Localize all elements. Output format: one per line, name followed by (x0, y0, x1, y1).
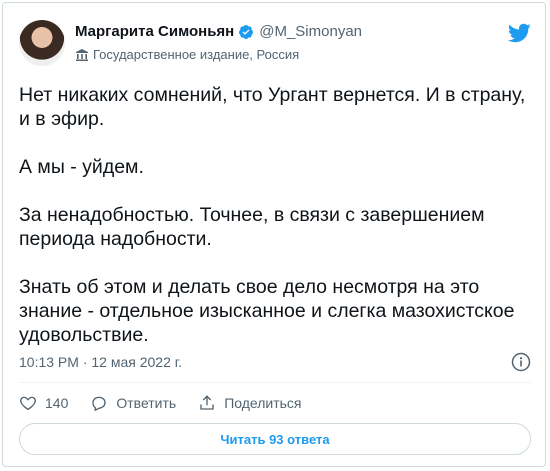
heart-icon (20, 396, 36, 411)
state-media-label-text: Государственное издание, Россия (93, 47, 300, 62)
divider (19, 382, 531, 383)
tweet-text: Нет никаких сомнений, что Ургант вернетс… (19, 83, 539, 347)
read-replies-button[interactable]: Читать 93 ответа (19, 423, 531, 455)
government-building-icon (75, 48, 89, 62)
twitter-bird-icon[interactable] (507, 21, 531, 45)
speech-bubble-icon (92, 396, 107, 412)
author-display-name[interactable]: Маргарита Симоньян (75, 23, 234, 40)
tweet-paragraph: За ненадобностью. Точнее, в связи с заве… (19, 204, 485, 250)
tweet-paragraph: Знать об этом и делать свое дело несмотр… (19, 276, 515, 346)
like-count: 140 (45, 395, 69, 411)
author-line: Маргарита Симоньян @M_Simonyan (75, 23, 362, 40)
reply-button[interactable]: Ответить (90, 394, 176, 412)
tweet-paragraph: Нет никаких сомнений, что Ургант вернетс… (19, 84, 526, 130)
share-icon (200, 395, 214, 410)
tweet-paragraph: А мы - уйдем. (19, 156, 144, 178)
tweet-card: Маргарита Симоньян @M_Simonyan Государст… (2, 2, 546, 467)
like-button[interactable]: 140 (19, 394, 68, 412)
verified-badge-icon (238, 24, 254, 40)
author-handle[interactable]: @M_Simonyan (259, 23, 362, 40)
share-label: Поделиться (224, 395, 302, 411)
tweet-timestamp[interactable]: 10:13 PM · 12 мая 2022 г. (19, 354, 182, 370)
share-button[interactable]: Поделиться (198, 394, 302, 412)
action-bar: 140 Ответить Поделиться (19, 394, 324, 412)
avatar[interactable] (19, 20, 65, 66)
info-icon[interactable] (511, 352, 531, 372)
state-media-label[interactable]: Государственное издание, Россия (75, 47, 299, 62)
reply-label: Ответить (116, 395, 177, 411)
